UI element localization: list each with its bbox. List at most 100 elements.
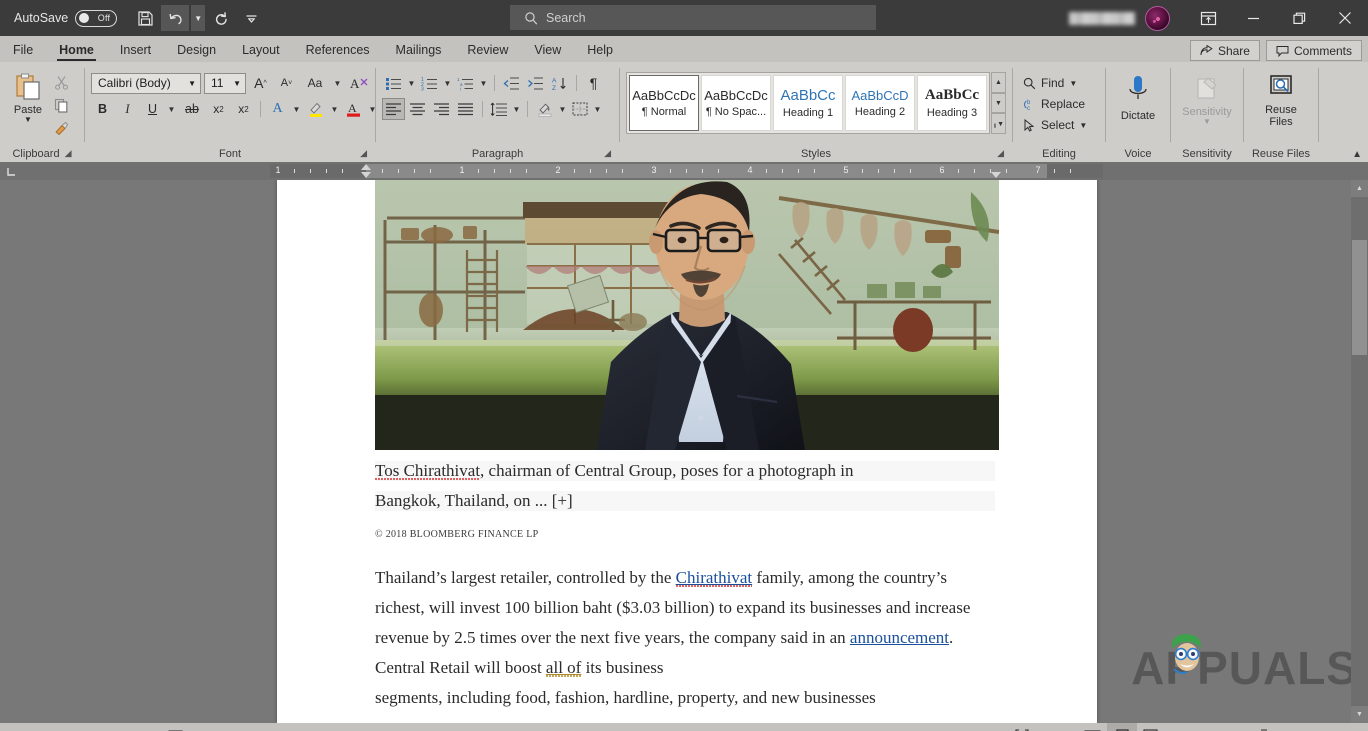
- right-indent-marker[interactable]: [991, 172, 1001, 178]
- chevron-down-icon[interactable]: ▼: [478, 72, 489, 94]
- share-button[interactable]: Share: [1190, 40, 1260, 61]
- word-count-status[interactable]: 413 words: [81, 723, 156, 731]
- chevron-down-icon[interactable]: ▼: [442, 72, 453, 94]
- autosave-toggle[interactable]: AutoSave Off: [14, 10, 117, 27]
- styles-scroll-up-icon[interactable]: ▲: [991, 72, 1006, 93]
- restore-icon[interactable]: [1276, 0, 1322, 36]
- font-size-combo[interactable]: 11 ▼: [204, 73, 246, 94]
- font-name-combo[interactable]: Calibri (Body) ▼: [91, 73, 201, 94]
- font-color-button[interactable]: A: [342, 98, 365, 120]
- tab-references[interactable]: References: [293, 38, 383, 62]
- redo-icon[interactable]: [207, 5, 235, 31]
- tab-layout[interactable]: Layout: [229, 38, 293, 62]
- collapse-ribbon-icon[interactable]: ▲: [1352, 149, 1362, 160]
- close-icon[interactable]: [1322, 0, 1368, 36]
- line-spacing-button[interactable]: [488, 98, 510, 120]
- superscript-button[interactable]: x2: [232, 98, 255, 120]
- font-dialog-launcher-icon[interactable]: ◢: [360, 148, 367, 159]
- styles-more-icon[interactable]: ╻▼: [991, 113, 1006, 134]
- chevron-down-icon[interactable]: ▼: [1079, 121, 1087, 130]
- zoom-out-button[interactable]: −: [1167, 723, 1188, 731]
- tab-review[interactable]: Review: [454, 38, 521, 62]
- style-normal[interactable]: AaBbCcDc ¶ Normal: [629, 75, 699, 131]
- tab-mailings[interactable]: Mailings: [383, 38, 455, 62]
- chevron-down-icon[interactable]: ▼: [1069, 79, 1077, 88]
- hanging-indent-marker[interactable]: [361, 172, 371, 178]
- sort-button[interactable]: AZ: [548, 72, 571, 94]
- tab-file[interactable]: File: [0, 38, 46, 62]
- styles-scroll-down-icon[interactable]: ▼: [991, 93, 1006, 114]
- dictate-button[interactable]: Dictate: [1115, 72, 1161, 124]
- horizontal-ruler[interactable]: 1 1 2 3 4 5 6 7: [270, 164, 1103, 178]
- align-right-button[interactable]: [430, 98, 453, 120]
- print-layout-view-button[interactable]: [1107, 723, 1137, 731]
- underline-button[interactable]: U: [141, 98, 164, 120]
- focus-mode-button[interactable]: Focus: [1005, 723, 1078, 731]
- save-icon[interactable]: [131, 5, 159, 31]
- increase-indent-button[interactable]: [524, 72, 547, 94]
- find-button[interactable]: Find ▼: [1019, 73, 1091, 93]
- document-image[interactable]: [375, 180, 999, 450]
- italic-button[interactable]: I: [116, 98, 139, 120]
- undo-dropdown-icon[interactable]: ▼: [191, 5, 205, 31]
- scroll-down-icon[interactable]: ▼: [1351, 706, 1368, 723]
- chevron-down-icon[interactable]: ▼: [233, 79, 241, 88]
- para-link-chirathivat[interactable]: Chirathivat: [676, 568, 752, 589]
- chevron-down-icon[interactable]: ▼: [332, 72, 343, 94]
- document-page[interactable]: Tos Chirathivat, chairman of Central Gro…: [277, 180, 1097, 723]
- tab-help[interactable]: Help: [574, 38, 626, 62]
- multilevel-list-button[interactable]: 1ai: [454, 72, 477, 94]
- shrink-font-button[interactable]: A˅: [275, 72, 298, 94]
- show-formatting-marks-button[interactable]: ¶: [582, 72, 605, 94]
- chevron-down-icon[interactable]: ▼: [592, 98, 603, 120]
- search-input[interactable]: Search: [510, 5, 876, 30]
- cut-button[interactable]: [50, 71, 73, 93]
- autosave-switch[interactable]: Off: [75, 10, 117, 27]
- style-heading-1[interactable]: AaBbCс Heading 1: [773, 75, 843, 131]
- align-center-button[interactable]: [406, 98, 429, 120]
- shading-button[interactable]: [533, 98, 556, 120]
- zoom-slider[interactable]: [1196, 723, 1304, 731]
- comments-button[interactable]: Comments: [1266, 40, 1362, 61]
- style-heading-3[interactable]: AaBbCс Heading 3: [917, 75, 987, 131]
- select-button[interactable]: Select ▼: [1019, 115, 1091, 135]
- undo-icon[interactable]: [161, 5, 189, 31]
- chevron-down-icon[interactable]: ▼: [24, 115, 32, 124]
- reuse-files-button[interactable]: ReuseFiles: [1259, 72, 1303, 130]
- zoom-in-button[interactable]: +: [1312, 723, 1325, 731]
- text-highlight-color-button[interactable]: [304, 98, 327, 120]
- web-layout-view-button[interactable]: [1137, 723, 1167, 731]
- style-heading-2[interactable]: AaBbCcD Heading 2: [845, 75, 915, 131]
- justify-button[interactable]: [454, 98, 477, 120]
- paste-button[interactable]: Paste ▼: [6, 70, 50, 126]
- tab-design[interactable]: Design: [164, 38, 229, 62]
- scrollbar-thumb[interactable]: [1352, 240, 1367, 355]
- chevron-down-icon[interactable]: ▼: [557, 98, 568, 120]
- decrease-indent-button[interactable]: [500, 72, 523, 94]
- tab-insert[interactable]: Insert: [107, 38, 164, 62]
- para-link-announcement[interactable]: announcement: [850, 628, 949, 647]
- chevron-down-icon[interactable]: ▼: [406, 72, 417, 94]
- replace-button[interactable]: bc Replace: [1019, 94, 1091, 114]
- vertical-scrollbar[interactable]: ▲ ▼: [1351, 180, 1368, 723]
- chevron-down-icon[interactable]: ▼: [511, 98, 522, 120]
- numbering-button[interactable]: 123: [418, 72, 441, 94]
- customize-qat-icon[interactable]: [237, 5, 265, 31]
- strikethrough-button[interactable]: ab: [179, 98, 205, 120]
- bold-button[interactable]: B: [91, 98, 114, 120]
- subscript-button[interactable]: x2: [207, 98, 230, 120]
- read-mode-view-button[interactable]: [1077, 723, 1107, 731]
- ribbon-display-options-icon[interactable]: [1186, 0, 1230, 36]
- format-painter-button[interactable]: [50, 117, 73, 139]
- align-left-button[interactable]: [382, 98, 405, 120]
- change-case-button[interactable]: Aa: [301, 72, 329, 94]
- clipboard-dialog-launcher-icon[interactable]: ◢: [65, 148, 72, 159]
- chevron-down-icon[interactable]: ▼: [329, 98, 340, 120]
- avatar[interactable]: [1145, 6, 1170, 31]
- first-line-indent-marker[interactable]: [361, 164, 371, 170]
- borders-button[interactable]: [569, 98, 591, 120]
- sensitivity-button[interactable]: Sensitivity ▼: [1177, 72, 1237, 128]
- proofing-status-icon[interactable]: [157, 723, 194, 731]
- text-effects-button[interactable]: A: [266, 98, 289, 120]
- chevron-down-icon[interactable]: ▼: [291, 98, 302, 120]
